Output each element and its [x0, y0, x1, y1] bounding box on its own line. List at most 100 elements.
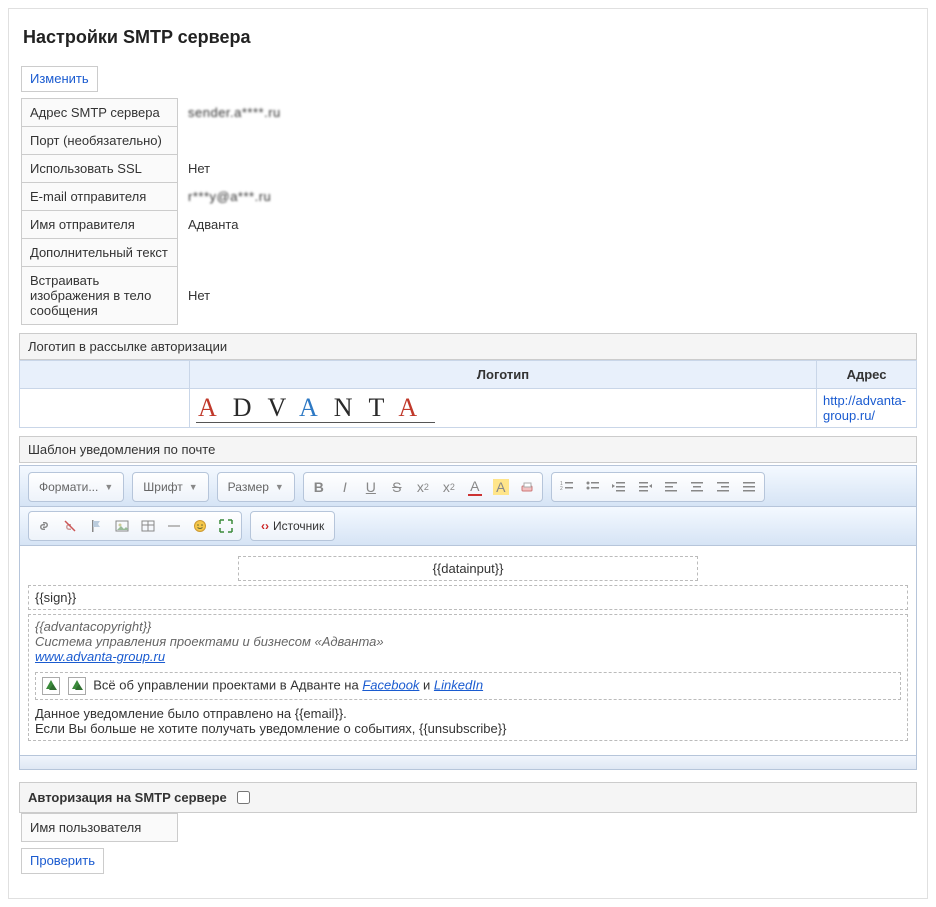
field-label-sender-email: E-mail отправителя	[22, 183, 178, 211]
maximize-icon	[219, 519, 233, 533]
logo-address-cell: http://advanta-group.ru/	[817, 389, 917, 428]
table-row: Порт (необязательно)	[22, 127, 292, 155]
advanta-wordmark: ADVANTA	[196, 391, 435, 423]
svg-text:2: 2	[560, 486, 563, 492]
toolbar-group-format: Формати...▼	[28, 472, 124, 502]
font-dropdown[interactable]: Шрифт▼	[135, 475, 205, 499]
superscript-button[interactable]: x2	[436, 475, 462, 499]
underline-button[interactable]: U	[358, 475, 384, 499]
field-value-use-ssl: Нет	[178, 155, 292, 183]
section-logo-title: Логотип в рассылке авторизации	[19, 333, 917, 360]
logo-col-logo: Логотип	[190, 361, 817, 389]
linkedin-link[interactable]: LinkedIn	[434, 677, 483, 692]
indent-icon	[638, 480, 652, 494]
template-token-datainput: {{datainput}}	[238, 556, 698, 581]
hr-icon	[167, 519, 181, 533]
template-unsubscribe: Если Вы больше не хотите получать уведом…	[35, 721, 901, 736]
editor-resize-handle[interactable]	[20, 755, 916, 769]
indent-button[interactable]	[632, 475, 658, 499]
field-label-smtp-address: Адрес SMTP сервера	[22, 99, 178, 127]
table-row: E-mail отправителя r***y@a***.ru	[22, 183, 292, 211]
bg-color-button[interactable]: A	[488, 475, 514, 499]
template-token-copyright: {{advantacopyright}}	[35, 619, 901, 634]
template-social-row: Всё об управлении проектами в Адванте на…	[35, 672, 901, 700]
toolbar-group-size: Размер▼	[217, 472, 295, 502]
toolbar-group-insert	[28, 511, 242, 541]
table-row: Дополнительный текст	[22, 239, 292, 267]
ul-icon	[586, 480, 600, 494]
field-label-extra-text: Дополнительный текст	[22, 239, 178, 267]
logo-image-cell: ADVANTA	[190, 389, 817, 428]
size-dropdown[interactable]: Размер▼	[220, 475, 292, 499]
template-site-link[interactable]: www.advanta-group.ru	[35, 649, 165, 664]
format-dropdown[interactable]: Формати...▼	[31, 475, 121, 499]
emoji-icon	[193, 519, 207, 533]
link-icon	[37, 519, 51, 533]
italic-button[interactable]: I	[332, 475, 358, 499]
align-right-icon	[716, 480, 730, 494]
subscript-button[interactable]: x2	[410, 475, 436, 499]
field-value-extra-text	[178, 239, 292, 267]
editor-toolbar: Формати...▼ Шрифт▼ Размер▼ B I U S x2 x2…	[20, 466, 916, 507]
hr-button[interactable]	[161, 514, 187, 538]
template-sent-to: Данное уведомление было отправлено на {{…	[35, 706, 901, 721]
toolbar-group-lists: 12	[551, 472, 765, 502]
align-right-button[interactable]	[710, 475, 736, 499]
anchor-button[interactable]	[83, 514, 109, 538]
text-color-button[interactable]: A	[462, 475, 488, 499]
align-left-icon	[664, 480, 678, 494]
field-label-embed-images: Встраивать изображения в тело сообщения	[22, 267, 178, 325]
auth-title-label: Авторизация на SMTP сервере	[28, 790, 227, 805]
smtp-fields-table: Адрес SMTP сервера sender.a****.ru Порт …	[21, 98, 292, 325]
align-center-button[interactable]	[684, 475, 710, 499]
outdent-button[interactable]	[606, 475, 632, 499]
field-value-embed-images: Нет	[178, 267, 292, 325]
align-justify-button[interactable]	[736, 475, 762, 499]
ol-icon: 12	[560, 480, 574, 494]
flag-icon	[90, 519, 102, 533]
table-row: ADVANTA http://advanta-group.ru/	[20, 389, 917, 428]
table-row: Использовать SSL Нет	[22, 155, 292, 183]
image-button[interactable]	[109, 514, 135, 538]
logo-address-link[interactable]: http://advanta-group.ru/	[823, 393, 906, 423]
field-label-use-ssl: Использовать SSL	[22, 155, 178, 183]
link-button[interactable]	[31, 514, 57, 538]
logo-edit-cell	[20, 389, 190, 428]
smiley-button[interactable]	[187, 514, 213, 538]
page-title: Настройки SMTP сервера	[23, 27, 917, 48]
field-value-port	[178, 127, 292, 155]
edit-button[interactable]: Изменить	[21, 66, 98, 92]
facebook-image-icon	[42, 677, 60, 695]
logo-table: Логотип Адрес ADVANTA http://advanta-gro…	[19, 360, 917, 428]
bold-button[interactable]: B	[306, 475, 332, 499]
table-button[interactable]	[135, 514, 161, 538]
linkedin-image-icon	[68, 677, 86, 695]
outdent-icon	[612, 480, 626, 494]
image-icon	[115, 519, 129, 533]
clear-format-button[interactable]	[514, 475, 540, 499]
align-left-button[interactable]	[658, 475, 684, 499]
table-icon	[141, 519, 155, 533]
unordered-list-button[interactable]	[580, 475, 606, 499]
auth-enabled-checkbox[interactable]	[237, 791, 250, 804]
facebook-link[interactable]: Facebook	[362, 677, 419, 692]
align-center-icon	[690, 480, 704, 494]
strike-button[interactable]: S	[384, 475, 410, 499]
maximize-button[interactable]	[213, 514, 239, 538]
ordered-list-button[interactable]: 12	[554, 475, 580, 499]
template-social-prefix: Всё об управлении проектами в Адванте на	[93, 677, 362, 692]
check-button[interactable]: Проверить	[21, 848, 104, 874]
unlink-button[interactable]	[57, 514, 83, 538]
toolbar-group-font: Шрифт▼	[132, 472, 208, 502]
page-container: Настройки SMTP сервера Изменить Адрес SM…	[8, 8, 928, 899]
source-button[interactable]: ‹›Источник	[253, 514, 332, 538]
editor-content[interactable]: {{datainput}} {{sign}} {{advantacopyrigh…	[20, 546, 916, 755]
toolbar-group-inline: B I U S x2 x2 A A	[303, 472, 543, 502]
unlink-icon	[63, 519, 77, 533]
field-value-sender-name: Адванта	[178, 211, 292, 239]
section-template-title: Шаблон уведомления по почте	[19, 436, 917, 463]
logo-col-blank	[20, 361, 190, 389]
table-row: Адрес SMTP сервера sender.a****.ru	[22, 99, 292, 127]
table-row: Имя отправителя Адванта	[22, 211, 292, 239]
field-value-smtp-address: sender.a****.ru	[178, 99, 292, 127]
